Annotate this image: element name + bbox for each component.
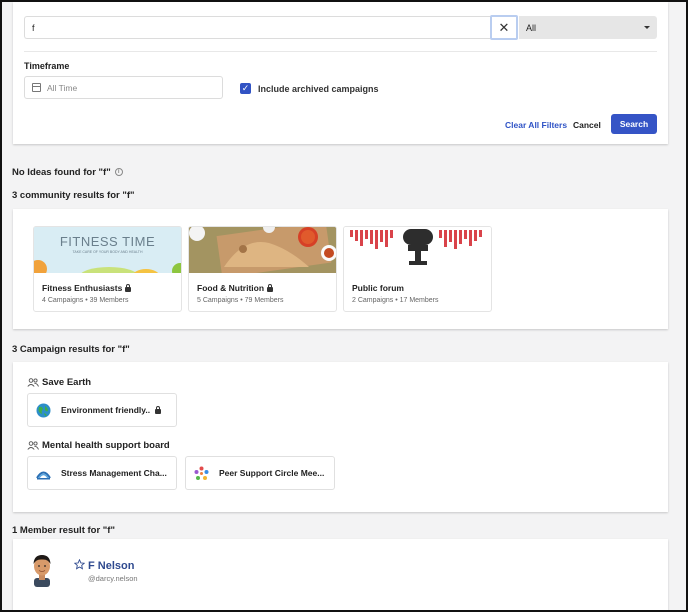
- app-frame: ✕ All Timeframe All Time ✓ Include archi…: [0, 0, 688, 612]
- timeframe-input[interactable]: All Time: [24, 76, 223, 99]
- community-name: Public forum: [352, 283, 404, 293]
- community-name: Fitness Enthusiasts: [42, 283, 132, 293]
- people-icon: [27, 441, 39, 450]
- campaign-heading: 3 Campaign results for "f": [12, 344, 130, 355]
- campaign-group-title-text: Save Earth: [42, 377, 92, 388]
- clear-search-button[interactable]: ✕: [490, 15, 518, 40]
- community-image-podcast: [344, 227, 491, 273]
- community-tile[interactable]: FITNESS TIME TAKE CARE OF YOUR BODY AND …: [33, 226, 182, 312]
- member-results: F Nelson @darcy.nelson: [13, 539, 668, 610]
- avatar[interactable]: [29, 553, 55, 587]
- scope-select[interactable]: All: [519, 16, 657, 39]
- campaign-group-title: Save Earth: [27, 377, 91, 388]
- caret-down-icon: [644, 26, 650, 29]
- community-name: Food & Nutrition: [197, 283, 274, 293]
- community-name-text: Food & Nutrition: [197, 283, 265, 293]
- filter-panel: ✕ All Timeframe All Time ✓ Include archi…: [13, 2, 668, 144]
- lock-icon: [155, 405, 162, 414]
- include-archived-label: Include archived campaigns: [258, 83, 379, 94]
- community-image-subtitle: TAKE CARE OF YOUR BODY AND HEALTH: [72, 250, 143, 254]
- info-icon[interactable]: i: [114, 168, 123, 177]
- community-image-food: [189, 227, 336, 273]
- campaign-group-title-text: Mental health support board: [42, 440, 170, 451]
- ideas-heading: No Ideas found for "f" i: [12, 167, 123, 178]
- campaign-results: Save Earth Environment friendly.. Mental…: [13, 362, 668, 512]
- campaign-label: Environment friendly..: [61, 405, 151, 415]
- include-archived-toggle[interactable]: ✓ Include archived campaigns: [240, 83, 379, 94]
- community-meta: 5 Campaigns • 79 Members: [197, 297, 284, 304]
- community-image-fitness: FITNESS TIME TAKE CARE OF YOUR BODY AND …: [34, 227, 181, 273]
- calendar-icon: [32, 83, 41, 92]
- ideas-heading-text: No Ideas found for "f": [12, 167, 111, 178]
- search-input[interactable]: [24, 16, 490, 39]
- cancel-button[interactable]: Cancel: [573, 120, 601, 130]
- close-icon: ✕: [498, 19, 510, 35]
- community-tile[interactable]: Public forum 2 Campaigns • 17 Members: [343, 226, 492, 312]
- campaign-tile[interactable]: Stress Management Cha...: [27, 456, 177, 490]
- clear-all-filters-link[interactable]: Clear All Filters: [505, 120, 567, 130]
- lock-icon: [125, 283, 132, 292]
- community-meta: 2 Campaigns • 17 Members: [352, 297, 439, 304]
- divider: [24, 51, 657, 52]
- member-name[interactable]: F Nelson: [88, 560, 134, 572]
- community-results: FITNESS TIME TAKE CARE OF YOUR BODY AND …: [13, 209, 668, 329]
- campaign-label: Peer Support Circle Mee...: [219, 468, 325, 478]
- community-image-title: FITNESS TIME: [59, 234, 156, 249]
- scope-selected-value: All: [526, 22, 537, 33]
- people-circle-icon: [194, 466, 209, 480]
- campaign-group-title: Mental health support board: [27, 440, 170, 451]
- timeframe-placeholder: All Time: [47, 82, 78, 93]
- campaign-label: Stress Management Cha...: [61, 468, 167, 478]
- bridge-icon: [36, 465, 51, 481]
- people-icon: [27, 378, 39, 387]
- search-button[interactable]: Search: [611, 114, 657, 134]
- lock-icon: [267, 283, 274, 292]
- member-handle: @darcy.nelson: [88, 574, 138, 583]
- community-meta: 4 Campaigns • 39 Members: [42, 297, 129, 304]
- include-archived-checkbox[interactable]: ✓: [240, 83, 251, 94]
- member-heading: 1 Member result for "f": [12, 525, 115, 536]
- community-name-text: Public forum: [352, 283, 404, 293]
- campaign-tile[interactable]: Environment friendly..: [27, 393, 177, 427]
- star-icon[interactable]: [74, 559, 85, 570]
- community-tile[interactable]: Food & Nutrition 5 Campaigns • 79 Member…: [188, 226, 337, 312]
- campaign-tile[interactable]: Peer Support Circle Mee...: [185, 456, 335, 490]
- globe-icon: [36, 403, 51, 417]
- community-name-text: Fitness Enthusiasts: [42, 283, 123, 293]
- community-heading: 3 community results for "f": [12, 190, 135, 201]
- timeframe-label: Timeframe: [24, 61, 70, 71]
